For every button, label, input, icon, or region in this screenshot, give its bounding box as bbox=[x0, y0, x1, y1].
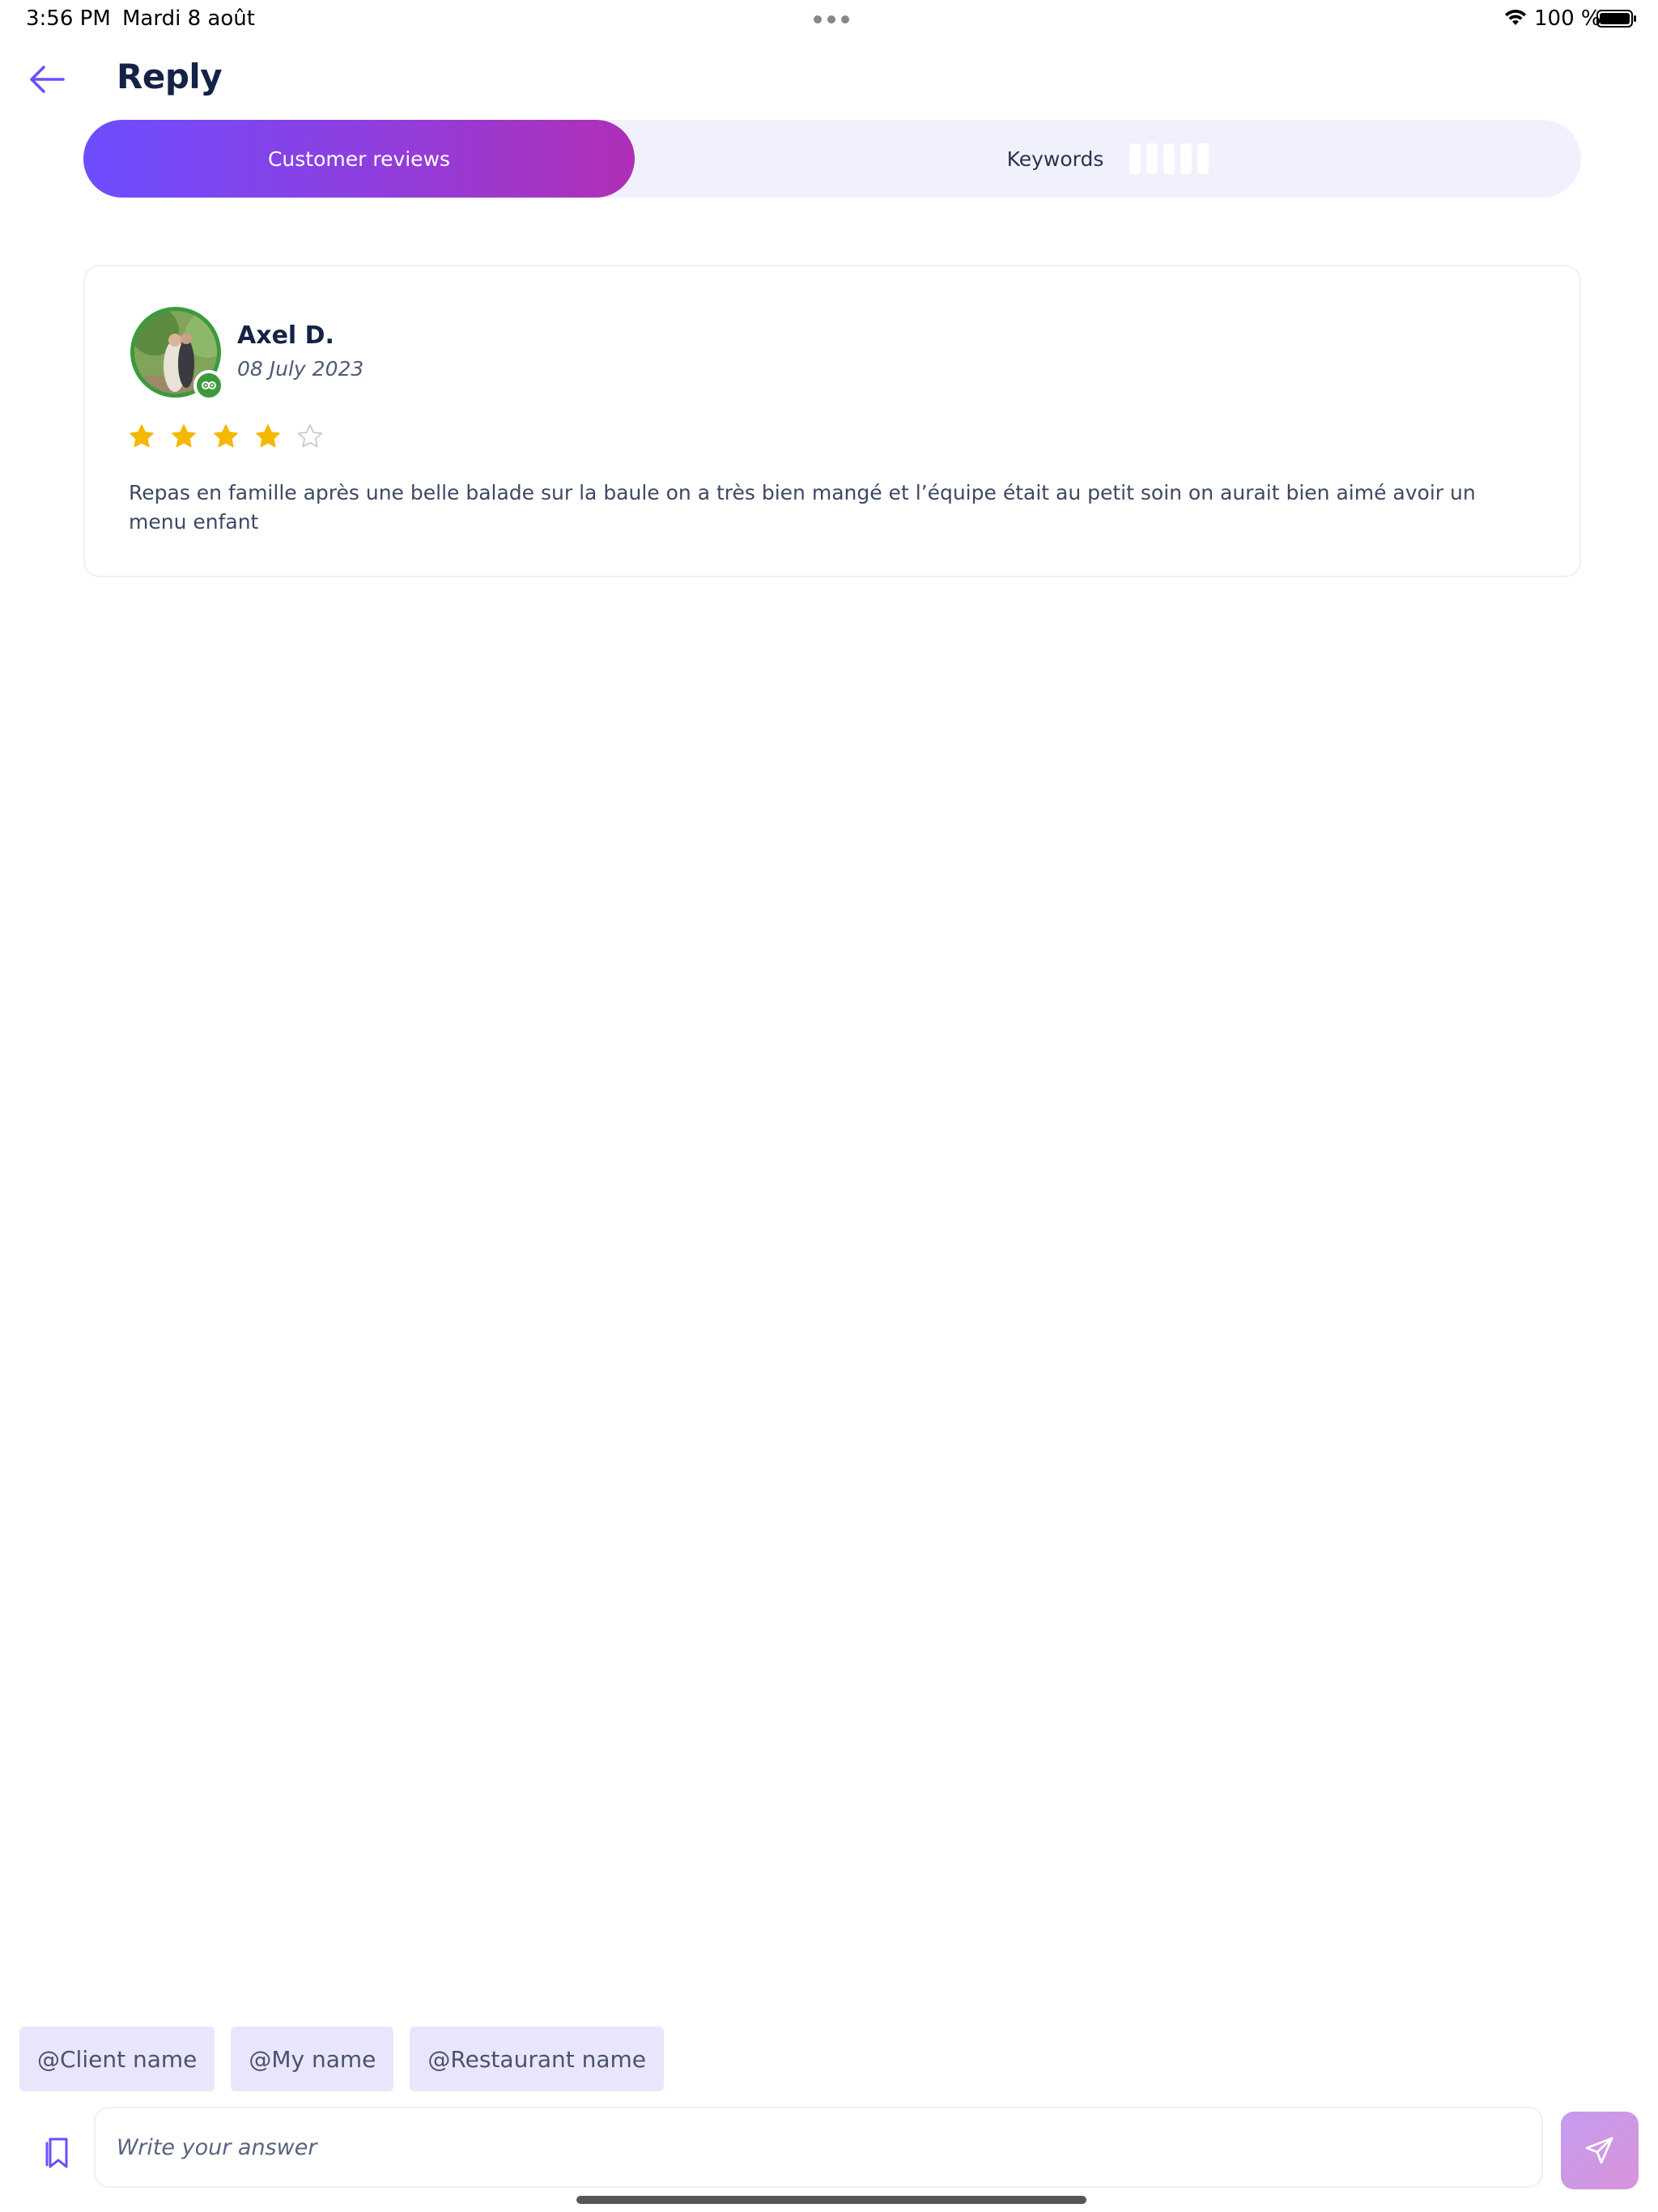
send-icon bbox=[1585, 2137, 1613, 2164]
send-button[interactable] bbox=[1561, 2112, 1639, 2189]
battery-percent: 100 % bbox=[1534, 6, 1601, 31]
saved-templates-icon[interactable] bbox=[42, 2134, 74, 2170]
star-empty-icon bbox=[298, 424, 322, 448]
mention-chip-client-name[interactable]: @Client name bbox=[19, 2027, 215, 2091]
star-filled-icon bbox=[172, 424, 196, 448]
status-bar: 3:56 PM Mardi 8 août 100 % bbox=[0, 0, 1658, 39]
review-date: 08 July 2023 bbox=[237, 357, 364, 381]
status-date: Mardi 8 août bbox=[122, 6, 255, 31]
mention-chip-restaurant-name[interactable]: @Restaurant name bbox=[410, 2027, 665, 2091]
wifi-icon bbox=[1505, 9, 1526, 25]
page-title: Reply bbox=[117, 57, 223, 96]
status-time: 3:56 PM bbox=[26, 6, 111, 31]
tab-label: Customer reviews bbox=[267, 147, 451, 171]
review-text: Repas en famille après une belle balade … bbox=[129, 481, 1476, 534]
battery-icon bbox=[1596, 10, 1636, 28]
tripadvisor-icon bbox=[193, 370, 224, 401]
mention-chip-my-name[interactable]: @My name bbox=[231, 2027, 394, 2091]
review-card: Axel D. 08 July 2023 Repas en famille ap… bbox=[83, 265, 1581, 577]
star-rating bbox=[129, 423, 323, 449]
star-filled-icon bbox=[130, 424, 154, 448]
star-filled-icon bbox=[256, 424, 280, 448]
reviewer-name: Axel D. bbox=[237, 321, 334, 350]
star-filled-icon bbox=[214, 424, 238, 448]
tab-bar: Customer reviews Keywords bbox=[83, 120, 1581, 198]
reply-screen: 3:56 PM Mardi 8 août 100 % Reply Custome… bbox=[0, 0, 1658, 2212]
back-arrow-icon[interactable] bbox=[28, 63, 66, 96]
mention-chips: @Client name @My name @Restaurant name bbox=[19, 2027, 665, 2091]
multitasking-dots-icon[interactable] bbox=[814, 15, 849, 23]
tab-keywords[interactable]: Keywords bbox=[635, 120, 1581, 198]
tab-customer-reviews[interactable]: Customer reviews bbox=[83, 120, 635, 198]
home-indicator bbox=[576, 2196, 1086, 2204]
tab-label: Keywords bbox=[1006, 147, 1104, 171]
answer-input[interactable] bbox=[94, 2107, 1543, 2188]
keywords-count-badge bbox=[1129, 143, 1209, 174]
